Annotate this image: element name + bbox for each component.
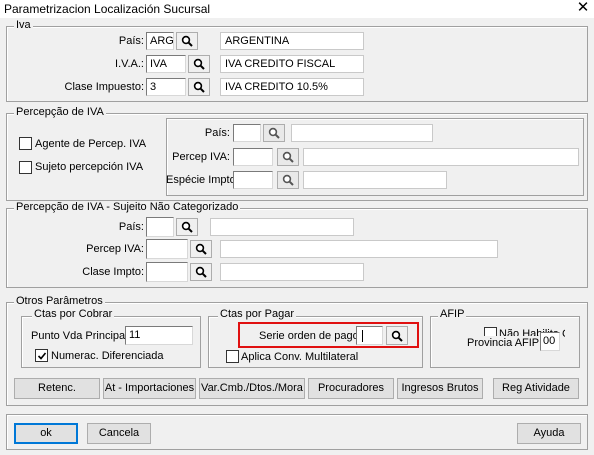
cobrar-group-legend: Ctas por Cobrar (32, 308, 115, 320)
percep-especie-label: Espécie Impto: (166, 174, 239, 186)
percep-group-legend: Percepção de IVA (14, 106, 106, 118)
percep-percep-lookup-button[interactable] (277, 148, 299, 166)
nocat-pais-description (210, 218, 354, 236)
nocat-clase-input[interactable] (146, 262, 188, 282)
punto-vda-input[interactable]: 11 (125, 326, 193, 345)
magnifier-icon (282, 174, 294, 186)
percep-pais-label: País: (204, 127, 230, 139)
magnifier-icon (268, 127, 280, 139)
iva-pais-description: ARGENTINA (220, 32, 364, 50)
nocat-percep-lookup-button[interactable] (190, 240, 212, 258)
checkmark-icon (37, 351, 46, 360)
retenc-button[interactable]: Retenc. (14, 378, 100, 399)
nocat-clase-description (220, 263, 364, 281)
nocat-group-legend: Percepção de IVA - Sujeito Não Categoriz… (14, 201, 241, 213)
magnifier-icon (193, 58, 205, 70)
nocat-clase-label: Clase Impto: (82, 266, 144, 278)
pagar-group-legend: Ctas por Pagar (218, 308, 296, 320)
percep-pais-description (291, 124, 433, 142)
afip-group-legend: AFIP (438, 308, 467, 320)
percep-especie-input[interactable] (233, 171, 273, 189)
var-cmb-button[interactable]: Var.Cmb./Dtos./Mora (199, 378, 305, 399)
iva-iva-code-input[interactable]: IVA (146, 55, 186, 73)
at-importaciones-button[interactable]: At - Importaciones (103, 378, 196, 399)
percep-percep-label: Percep IVA: (172, 151, 230, 163)
nocat-pais-label: País: (118, 221, 144, 233)
iva-clase-description: IVA CREDITO 10.5% (220, 78, 364, 96)
procuradores-button[interactable]: Procuradores (308, 378, 394, 399)
reg-atividade-button[interactable]: Reg Atividade (493, 378, 579, 399)
numerac-diferenciada-checkbox[interactable] (35, 349, 48, 362)
iva-pais-code-input[interactable]: ARG (146, 32, 174, 50)
ayuda-button[interactable]: Ayuda (517, 423, 581, 444)
numerac-diferenciada-label: Numerac. Diferenciada (51, 350, 164, 362)
iva-clase-code-input[interactable]: 3 (146, 78, 186, 96)
iva-iva-lookup-button[interactable] (188, 55, 210, 73)
nocat-pais-input[interactable] (146, 217, 174, 237)
nocat-percep-label: Percep IVA: (86, 243, 144, 255)
agente-percep-checkbox[interactable] (19, 137, 32, 150)
cancela-button[interactable]: Cancela (87, 423, 151, 444)
aplica-conv-checkbox[interactable] (226, 350, 239, 363)
iva-clase-label: Clase Impuesto: (64, 81, 144, 93)
serie-orden-highlight (238, 322, 419, 348)
window-title: Parametrizacion Localización Sucursal (4, 2, 211, 16)
provincia-afip-label: Provincia AFIP: (467, 336, 545, 350)
provincia-afip-input[interactable]: 00 (540, 332, 560, 351)
sujeto-percep-label: Sujeto percepción IVA (35, 161, 144, 173)
nocat-clase-lookup-button[interactable] (190, 263, 212, 281)
iva-iva-description: IVA CREDITO FISCAL (220, 55, 364, 73)
ingresos-brutos-button[interactable]: Ingresos Brutos (397, 378, 483, 399)
punto-vda-label: Punto Vda Principal: (31, 330, 131, 342)
percep-especie-lookup-button[interactable] (277, 171, 299, 189)
magnifier-icon (181, 35, 193, 47)
nocat-pais-lookup-button[interactable] (176, 218, 198, 236)
percep-pais-input[interactable] (233, 124, 261, 142)
nocat-percep-input[interactable] (146, 239, 188, 259)
percep-pais-lookup-button[interactable] (263, 124, 285, 142)
magnifier-icon (193, 81, 205, 93)
iva-pais-label: País: (118, 35, 144, 47)
ok-button[interactable]: ok (14, 423, 78, 444)
percep-percep-input[interactable] (233, 148, 273, 166)
percep-especie-description (303, 171, 447, 189)
otros-group-legend: Otros Parâmetros (14, 295, 105, 307)
magnifier-icon (181, 221, 193, 233)
nocat-percep-description (220, 240, 498, 258)
title-bar: Parametrizacion Localización Sucursal ✕ (0, 0, 594, 18)
agente-percep-label: Agente de Percep. IVA (35, 138, 147, 150)
close-icon[interactable]: ✕ (572, 0, 594, 18)
magnifier-icon (195, 243, 207, 255)
iva-pais-lookup-button[interactable] (176, 32, 198, 50)
aplica-conv-label: Aplica Conv. Multilateral (241, 351, 359, 363)
magnifier-icon (282, 151, 294, 163)
iva-group-legend: Iva (14, 19, 33, 31)
iva-clase-lookup-button[interactable] (188, 78, 210, 96)
magnifier-icon (195, 266, 207, 278)
iva-iva-label: I.V.A.: (115, 58, 144, 70)
sujeto-percep-checkbox[interactable] (19, 161, 32, 174)
percep-percep-description (303, 148, 579, 166)
